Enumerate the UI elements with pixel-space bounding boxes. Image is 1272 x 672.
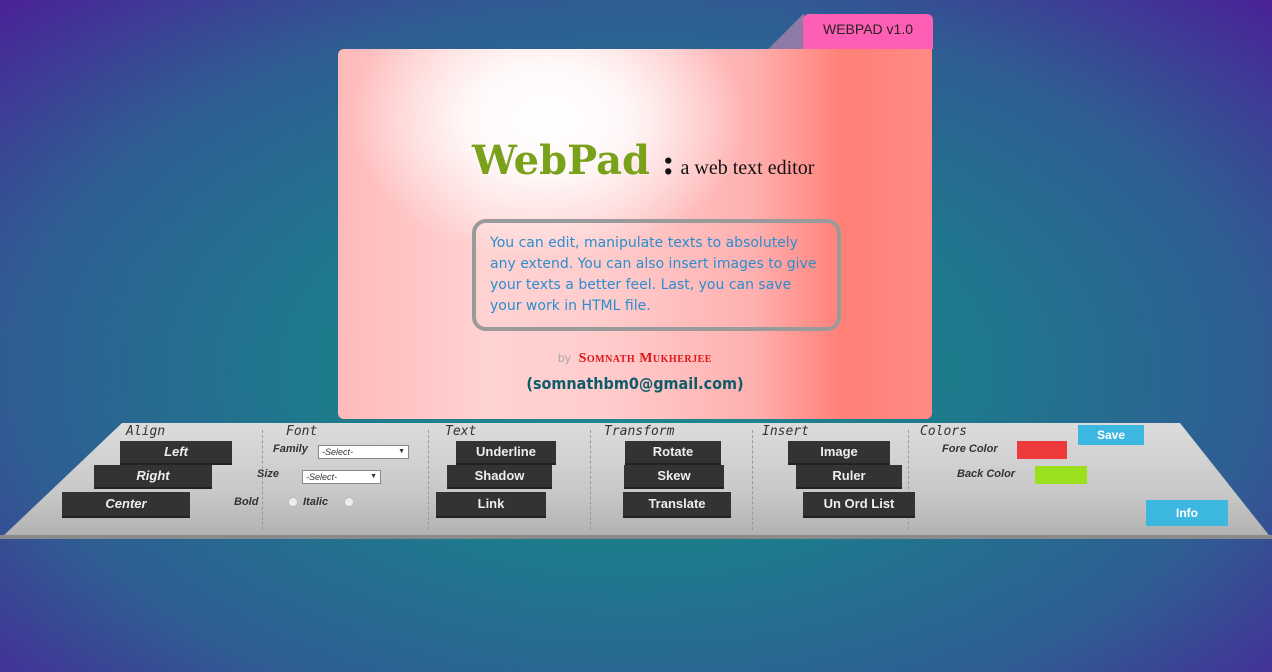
by-label: by [558,351,571,365]
section-divider [752,430,753,530]
app-subtitle: a web text editor [680,157,815,179]
dropdown-arrow-icon: ▼ [370,473,377,480]
insert-image-button[interactable]: Image [788,441,890,463]
font-family-select[interactable]: -Select- ▼ [318,445,409,459]
shadow-button[interactable]: Shadow [447,465,552,487]
colors-section-title: Colors [920,424,967,439]
bold-radio[interactable] [288,497,298,507]
transform-section-title: Transform [604,424,675,439]
fore-color-label: Fore Color [942,443,998,455]
font-family-value: -Select- [322,447,354,457]
bold-label: Bold [234,496,259,508]
font-section-title: Font [286,424,318,439]
app-name: WebPad [472,137,650,184]
fore-color-picker[interactable] [1017,441,1067,459]
app-description: You can edit, manipulate texts to absolu… [472,219,841,331]
insert-unordered-list-button[interactable]: Un Ord List [803,492,915,516]
app-version-tab: WEBPAD v1.0 [803,14,933,49]
insert-section-title: Insert [762,424,809,439]
toolbar-edge [0,535,1272,539]
back-color-label: Back Color [957,468,1016,480]
section-divider [428,430,429,530]
author-name: Somnath Mukherjee [578,351,712,366]
align-right-button[interactable]: Right [94,465,212,487]
align-section-title: Align [126,424,166,439]
italic-label: Italic [303,496,329,508]
info-button[interactable]: Info [1146,500,1228,526]
byline: by Somnath Mukherjee [338,351,932,367]
align-center-button[interactable]: Center [62,492,190,516]
tab-fold-decoration [768,14,804,49]
font-size-value: -Select- [306,472,338,482]
insert-ruler-button[interactable]: Ruler [796,465,902,487]
section-divider [262,430,263,530]
dropdown-arrow-icon: ▼ [398,448,405,455]
font-size-label: Size [257,468,280,480]
translate-button[interactable]: Translate [623,492,731,516]
link-button[interactable]: Link [436,492,546,516]
underline-button[interactable]: Underline [456,441,556,463]
app-title: WebPad: a web text editor [472,137,814,184]
rotate-button[interactable]: Rotate [625,441,721,463]
section-divider [590,430,591,530]
font-family-label: Family [273,443,308,455]
font-size-select[interactable]: -Select- ▼ [302,470,381,484]
back-color-picker[interactable] [1035,466,1087,484]
text-section-title: Text [445,424,477,439]
author-email: (somnathbm0@gmail.com) [526,374,744,393]
align-left-button[interactable]: Left [120,441,232,463]
title-colon: : [661,143,675,183]
italic-radio[interactable] [344,497,354,507]
intro-card: WebPad: a web text editor You can edit, m… [338,49,932,419]
save-button[interactable]: Save [1078,425,1144,445]
skew-button[interactable]: Skew [624,465,724,487]
